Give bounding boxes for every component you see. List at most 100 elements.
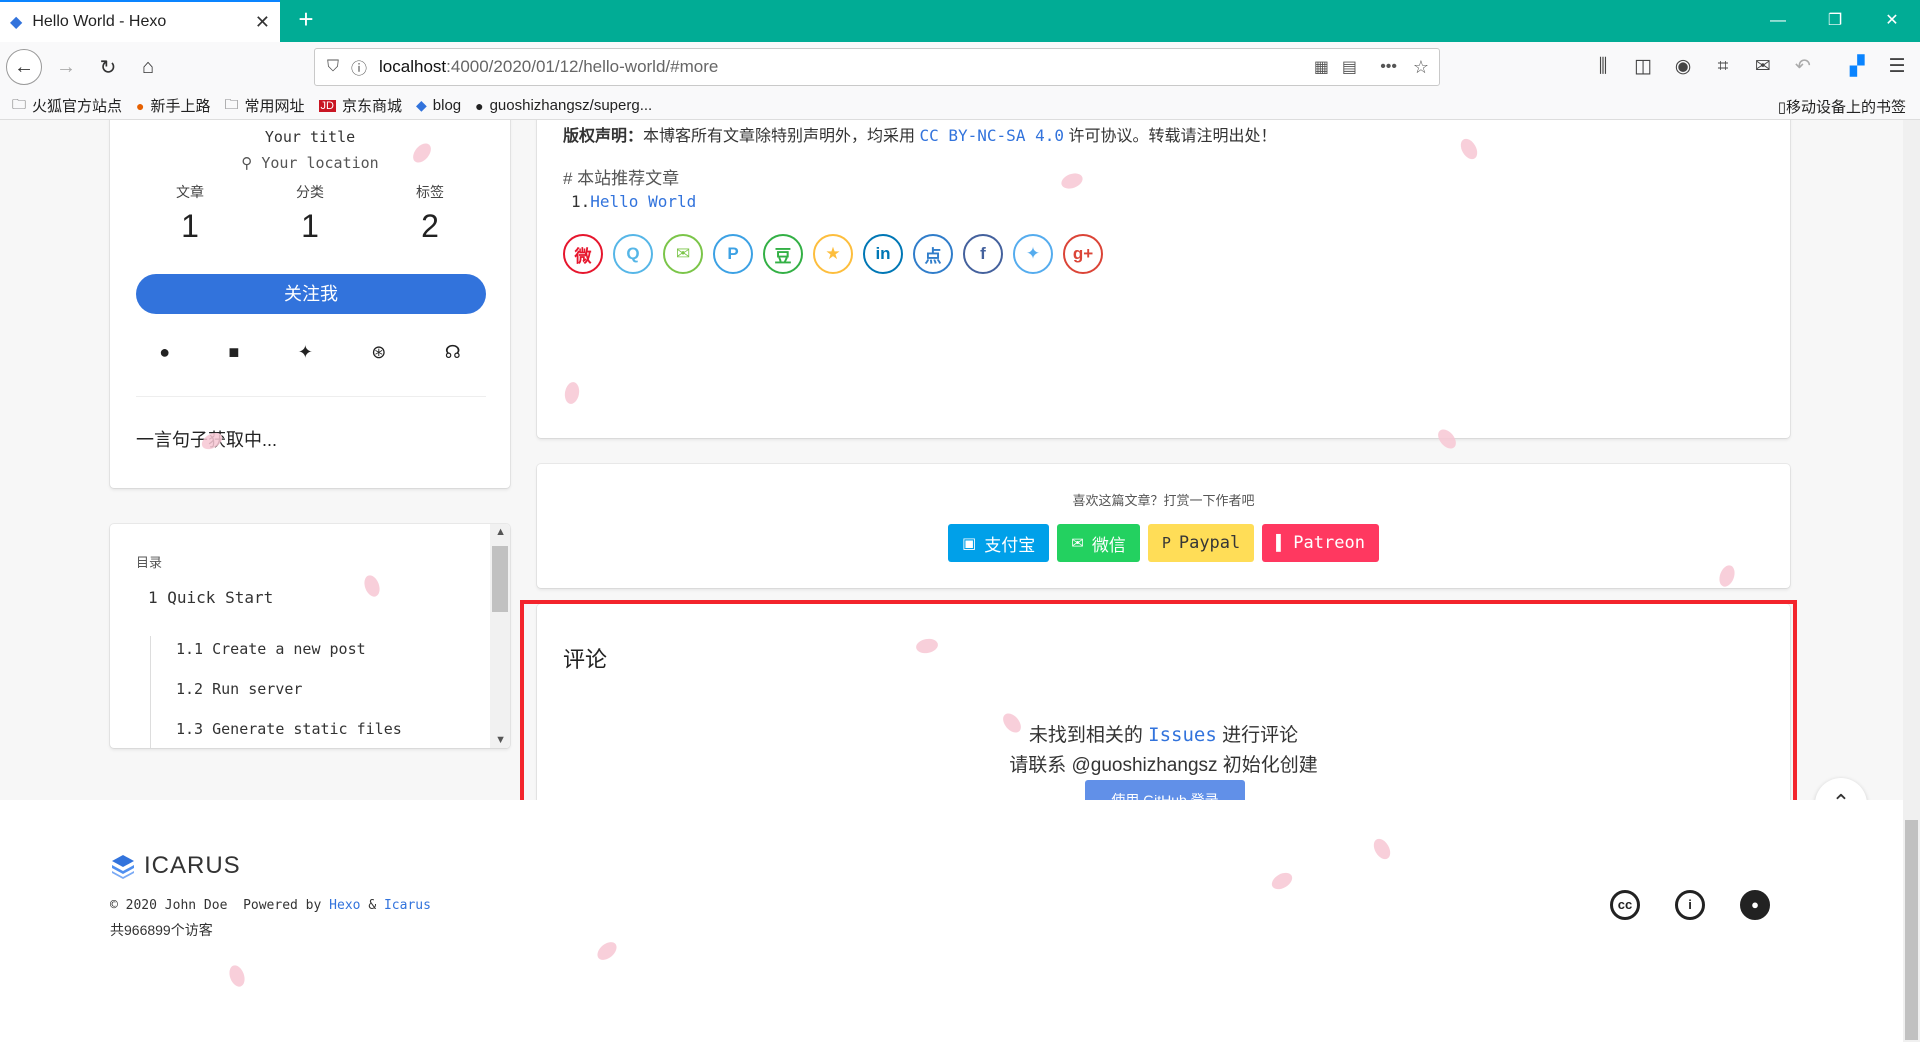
bookmark-item[interactable]: ◆ blog xyxy=(416,97,461,114)
toc-item[interactable]: 1 Quick Start xyxy=(148,588,273,607)
wechat-pay-button[interactable]: ✉ 微信 xyxy=(1057,524,1140,562)
home-button[interactable]: ⌂ xyxy=(130,49,166,85)
folder-icon: 🗀 xyxy=(12,95,26,112)
account-icon[interactable]: ◉ xyxy=(1668,52,1698,82)
bookmark-item[interactable]: ● 新手上路 xyxy=(136,95,210,116)
page-scroll-thumb[interactable] xyxy=(1905,820,1918,1040)
sidebar-icon[interactable]: ◫ xyxy=(1628,52,1658,82)
bookmark-item[interactable]: JD 京东商城 xyxy=(318,95,402,116)
github-icon[interactable]: ● xyxy=(159,342,170,363)
map-marker-icon: ⚲ xyxy=(241,154,253,172)
profile-card: Your title ⚲ Your location 文章 1 分类 1 标签 2 关… xyxy=(110,120,510,488)
toc-scrollbar[interactable]: ▲ ▼ xyxy=(490,524,510,748)
facebook-icon[interactable]: f xyxy=(963,234,1003,274)
stat-posts[interactable]: 文章 1 xyxy=(176,182,204,245)
stat-tags[interactable]: 标签 2 xyxy=(416,182,444,245)
donate-buttons: ▣ 支付宝 ✉ 微信 P Paypal ▌ Patreon xyxy=(537,524,1790,562)
profile-location: ⚲ Your location xyxy=(241,154,379,172)
creative-commons-icon[interactable]: cc xyxy=(1610,890,1640,920)
close-tab-icon[interactable]: ✕ xyxy=(255,12,270,33)
patreon-button[interactable]: ▌ Patreon xyxy=(1262,524,1379,562)
alipay-button[interactable]: ▣ 支付宝 xyxy=(948,524,1050,562)
page-content: Your title ⚲ Your location 文章 1 分类 1 标签 2 关… xyxy=(0,120,1920,1042)
footer: ICARUS © 2020 John Doe Powered by Hexo &… xyxy=(0,800,1903,1042)
shield-icon[interactable]: ⛉ xyxy=(327,58,339,76)
rss-icon[interactable]: ☊ xyxy=(445,342,461,363)
linkedin-icon[interactable]: in xyxy=(863,234,903,274)
dribbble-icon[interactable]: ⊛ xyxy=(371,342,386,363)
donate-card: 喜欢这篇文章？打赏一下作者吧 ▣ 支付宝 ✉ 微信 P Paypal ▌ Patreon xyxy=(537,464,1790,588)
attribution-icon[interactable]: i xyxy=(1675,890,1705,920)
paypal-button[interactable]: P Paypal xyxy=(1147,524,1255,562)
firefox-icon: ● xyxy=(136,97,145,114)
hexo-icon: ◆ xyxy=(415,97,427,113)
diandian-icon[interactable]: 点 xyxy=(913,234,953,274)
icarus-link[interactable]: Icarus xyxy=(384,898,431,913)
wechat-icon[interactable]: ✉ xyxy=(663,234,703,274)
screenshot-icon[interactable]: ⌗ xyxy=(1708,52,1738,82)
scroll-down-arrow-icon[interactable]: ▼ xyxy=(495,734,506,746)
donate-title: 喜欢这篇文章？打赏一下作者吧 xyxy=(1072,493,1255,508)
facebook-icon[interactable]: ■ xyxy=(228,342,239,363)
hexo-link[interactable]: Hexo xyxy=(329,898,360,913)
toc-scroll-thumb[interactable] xyxy=(492,546,508,612)
pinterest-icon[interactable]: P xyxy=(713,234,753,274)
toc-card: 目录 1 Quick Start 1.1 Create a new post 1… xyxy=(110,524,510,748)
info-icon[interactable]: ⓘ xyxy=(351,55,367,79)
library-icon[interactable]: ⫼ xyxy=(1588,52,1618,82)
divider xyxy=(136,396,486,397)
folder-icon: 🗀 xyxy=(224,95,239,112)
patreon-icon: ▌ xyxy=(1276,534,1286,552)
reload-button[interactable]: ↻ xyxy=(90,49,126,85)
bookmarks-toolbar: 🗀 火狐官方站点 ● 新手上路 🗀 常用网址 JD 京东商城 ◆ blog ● guoshi… xyxy=(0,92,1920,120)
reader-view-icon[interactable]: ▤ xyxy=(1342,57,1357,77)
url-path: :4000/2020/01/12/hello-world/#more xyxy=(446,57,719,76)
toc-item[interactable]: 1.1 Create a new post xyxy=(176,640,366,658)
jd-icon: JD xyxy=(318,99,336,112)
close-window-button[interactable]: ✕ xyxy=(1872,8,1912,34)
back-button[interactable]: ← xyxy=(6,49,42,85)
douban-icon[interactable]: 豆 xyxy=(763,234,803,274)
footer-copyright: © 2020 John Doe Powered by Hexo & Icarus xyxy=(110,898,431,913)
more-actions-icon[interactable]: ••• xyxy=(1380,58,1397,76)
forward-button[interactable]: → xyxy=(48,49,84,85)
url-bar[interactable]: ⛉ ⓘ localhost:4000/2020/01/12/hello-worl… xyxy=(314,48,1440,86)
undo-icon[interactable]: ↶ xyxy=(1788,52,1818,82)
new-tab-button[interactable]: + xyxy=(290,4,322,36)
wechat-icon: ✉ xyxy=(1071,535,1084,552)
qr-code-icon[interactable]: ▦ xyxy=(1314,57,1329,77)
toc-item[interactable]: 1.3 Generate static files xyxy=(176,720,402,738)
chat-icon[interactable]: ✉ xyxy=(1748,52,1778,82)
toc-item[interactable]: 1.2 Run server xyxy=(176,680,302,698)
stat-categories[interactable]: 分类 1 xyxy=(296,182,324,245)
minimize-button[interactable]: — xyxy=(1758,8,1798,34)
weibo-icon[interactable]: 微 xyxy=(563,234,603,274)
tab-active[interactable]: ◆ Hello World - Hexo ✕ xyxy=(0,0,280,42)
twitter-icon[interactable]: ✦ xyxy=(298,342,313,363)
recommend-link[interactable]: Hello World xyxy=(590,192,696,211)
recommend-heading: # 本站推荐文章 xyxy=(563,169,680,188)
bookmark-item[interactable]: ● guoshizhangsz/superg... xyxy=(475,97,652,114)
share-buttons: 微 Q ✉ P 豆 ★ in 点 f ✦ g+ xyxy=(563,234,1113,274)
page-scrollbar[interactable] xyxy=(1903,120,1920,1042)
profile-title: Your title xyxy=(264,128,356,146)
restore-button[interactable]: ❐ xyxy=(1815,8,1855,34)
extensions-icon[interactable]: ▞ xyxy=(1842,52,1872,82)
github-icon[interactable]: ● xyxy=(1740,890,1770,920)
license-link[interactable]: CC BY-NC-SA 4.0 xyxy=(919,126,1064,145)
mobile-bookmarks[interactable]: ▯移动设备上的书签 xyxy=(1778,96,1906,117)
social-links: ● ■ ✦ ⊛ ☊ xyxy=(130,342,490,363)
toc-indent-line xyxy=(150,636,151,748)
google-plus-icon[interactable]: g+ xyxy=(1063,234,1103,274)
bookmark-item[interactable]: 🗀 火狐官方站点 xyxy=(12,94,122,118)
qzone-icon[interactable]: ★ xyxy=(813,234,853,274)
twitter-icon[interactable]: ✦ xyxy=(1013,234,1053,274)
qq-icon[interactable]: Q xyxy=(613,234,653,274)
bookmark-star-icon[interactable]: ☆ xyxy=(1413,57,1429,78)
follow-button[interactable]: 关注我 xyxy=(136,274,486,314)
menu-icon[interactable]: ☰ xyxy=(1882,52,1912,82)
hexo-favicon-icon: ◆ xyxy=(10,14,23,31)
scroll-up-arrow-icon[interactable]: ▲ xyxy=(495,526,506,538)
bookmark-item[interactable]: 🗀 常用网址 xyxy=(225,94,305,118)
footer-logo[interactable]: ICARUS xyxy=(110,852,241,880)
